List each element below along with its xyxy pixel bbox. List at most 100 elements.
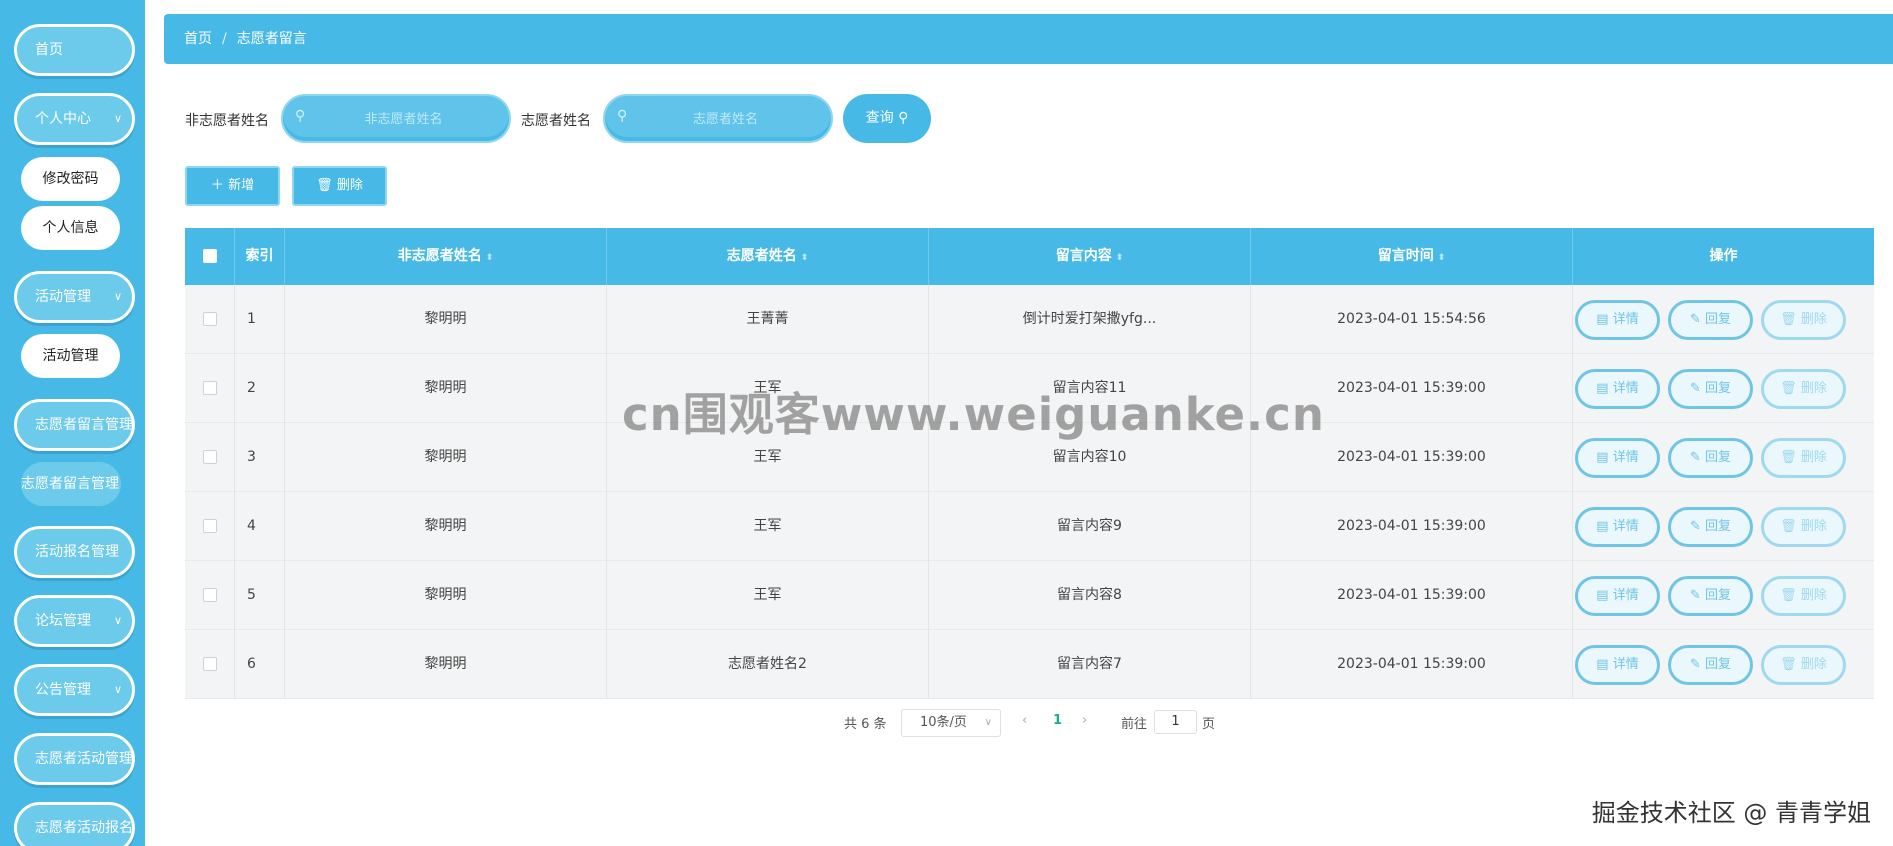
trash-icon: 🗑: [1780, 519, 1797, 534]
reply-label: 回复: [1705, 657, 1732, 672]
row-checkbox[interactable]: [202, 381, 217, 395]
menu-personal-center[interactable]: 个人中心 ∨: [14, 93, 135, 145]
row-delete-button[interactable]: 🗑 删除: [1761, 300, 1846, 340]
reply-button[interactable]: ✎ 回复: [1668, 507, 1753, 547]
header-index-label: 索引: [245, 248, 274, 264]
breadcrumb-separator: /: [222, 31, 227, 47]
row-delete-button[interactable]: 🗑 删除: [1761, 576, 1846, 616]
select-all-checkbox[interactable]: [202, 249, 217, 263]
row-checkbox[interactable]: [202, 312, 217, 326]
detail-button[interactable]: ▤ 详情: [1575, 438, 1660, 478]
menu-volunteer-message-mgmt[interactable]: 志愿者留言管理: [14, 399, 135, 451]
row-select[interactable]: [185, 423, 235, 492]
header-message-content[interactable]: 留言内容 ⬍: [929, 228, 1251, 285]
submenu-change-password[interactable]: 修改密码: [21, 157, 120, 201]
detail-button[interactable]: ▤ 详情: [1575, 576, 1660, 616]
detail-label: 详情: [1612, 450, 1639, 465]
volunteer-name-input[interactable]: [635, 104, 816, 134]
row-delete-label: 删除: [1800, 450, 1827, 465]
cell-volunteer-name: 王军: [607, 561, 929, 630]
reply-label: 回复: [1705, 588, 1732, 603]
submenu-volunteer-message-mgmt[interactable]: 志愿者留言管理: [21, 462, 121, 506]
cell-actions: ▤ 详情 ✎ 回复 🗑 删除: [1573, 423, 1874, 492]
row-checkbox[interactable]: [202, 588, 217, 602]
header-actions: 操作: [1573, 228, 1874, 285]
row-select[interactable]: [185, 354, 235, 423]
menu-label: 活动报名管理: [35, 544, 119, 560]
chevron-down-icon: ∨: [113, 112, 122, 125]
breadcrumb-home[interactable]: 首页: [184, 31, 212, 47]
app-root: 首页 个人中心 ∨ 修改密码 个人信息 活动管理 ∨ 活动管理 志愿者留言管理 …: [0, 0, 1893, 846]
detail-button[interactable]: ▤ 详情: [1575, 507, 1660, 547]
row-delete-button[interactable]: 🗑 删除: [1761, 645, 1846, 685]
non-volunteer-name-input[interactable]: [313, 104, 494, 134]
menu-label: 论坛管理: [35, 613, 91, 629]
header-message-time[interactable]: 留言时间 ⬍: [1251, 228, 1573, 285]
menu-forum-mgmt[interactable]: 论坛管理 ∨: [14, 595, 135, 647]
doc-icon: ▤: [1596, 588, 1609, 603]
row-select[interactable]: [185, 492, 235, 561]
goto-page-input[interactable]: 1: [1154, 710, 1197, 734]
detail-button[interactable]: ▤ 详情: [1575, 645, 1660, 685]
menu-home[interactable]: 首页: [14, 24, 135, 76]
header-select-all[interactable]: [185, 228, 235, 285]
chevron-down-icon: ∨: [984, 717, 992, 728]
submenu-activity-mgmt[interactable]: 活动管理: [21, 334, 120, 378]
cell-non-volunteer-name: 黎明明: [285, 354, 607, 423]
sort-icon[interactable]: ⬍: [801, 253, 809, 263]
submenu-personal-info[interactable]: 个人信息: [21, 206, 120, 250]
reply-button[interactable]: ✎ 回复: [1668, 645, 1753, 685]
menu-label: 公告管理: [35, 682, 91, 698]
header-label: 非志愿者姓名: [397, 248, 482, 264]
sort-icon[interactable]: ⬍: [1116, 253, 1124, 263]
reply-button[interactable]: ✎ 回复: [1668, 300, 1753, 340]
row-delete-button[interactable]: 🗑 删除: [1761, 507, 1846, 547]
page-size-select[interactable]: 10条/页 ∨: [901, 709, 1001, 737]
row-checkbox[interactable]: [202, 519, 217, 533]
menu-label: 志愿者留言管理: [35, 417, 133, 433]
row-select[interactable]: [185, 285, 235, 354]
chevron-right-icon[interactable]: ›: [1082, 713, 1087, 728]
detail-button[interactable]: ▤ 详情: [1575, 369, 1660, 409]
add-label: 新增: [228, 178, 255, 193]
detail-label: 详情: [1612, 519, 1639, 534]
chevron-left-icon[interactable]: ‹: [1022, 713, 1027, 728]
query-label: 查询: [865, 110, 894, 126]
reply-button[interactable]: ✎ 回复: [1668, 576, 1753, 616]
cell-volunteer-name: 志愿者姓名2: [607, 630, 929, 699]
batch-delete-button[interactable]: 🗑 删除: [292, 166, 387, 206]
row-checkbox[interactable]: [202, 657, 217, 671]
menu-label: 个人中心: [35, 111, 91, 127]
row-delete-button[interactable]: 🗑 删除: [1761, 369, 1846, 409]
menu-activity-signup-mgmt[interactable]: 活动报名管理: [14, 526, 135, 578]
menu-activity-mgmt[interactable]: 活动管理 ∨: [14, 271, 135, 323]
cell-message-time: 2023-04-01 15:39:00: [1251, 492, 1573, 561]
menu-volunteer-activity-mgmt[interactable]: 志愿者活动管理: [14, 733, 135, 785]
cell-non-volunteer-name: 黎明明: [285, 630, 607, 699]
query-button[interactable]: 查询 ⚲: [843, 94, 931, 143]
menu-label: 首页: [35, 42, 63, 58]
menu-volunteer-activity-signup[interactable]: 志愿者活动报名管: [14, 802, 135, 846]
row-select[interactable]: [185, 630, 235, 699]
add-button[interactable]: ＋ 新增: [185, 166, 280, 206]
menu-label: 志愿者活动管理: [35, 751, 133, 767]
row-delete-button[interactable]: 🗑 删除: [1761, 438, 1846, 478]
detail-button[interactable]: ▤ 详情: [1575, 300, 1660, 340]
header-non-volunteer-name[interactable]: 非志愿者姓名 ⬍: [285, 228, 607, 285]
trash-icon: 🗑: [1780, 312, 1797, 327]
trash-icon: 🗑: [1780, 450, 1797, 465]
table-row: 1 黎明明 王菁菁 倒计时爱打架撒yfg... 2023-04-01 15:54…: [185, 285, 1874, 354]
current-page[interactable]: 1: [1053, 713, 1062, 728]
row-checkbox[interactable]: [202, 450, 217, 464]
page-size-value: 10条/页: [920, 715, 967, 730]
row-select[interactable]: [185, 561, 235, 630]
reply-button[interactable]: ✎ 回复: [1668, 369, 1753, 409]
sort-icon[interactable]: ⬍: [486, 253, 494, 263]
cell-index: 6: [235, 630, 285, 699]
cell-non-volunteer-name: 黎明明: [285, 561, 607, 630]
menu-notice-mgmt[interactable]: 公告管理 ∨: [14, 664, 135, 716]
reply-button[interactable]: ✎ 回复: [1668, 438, 1753, 478]
header-volunteer-name[interactable]: 志愿者姓名 ⬍: [607, 228, 929, 285]
sort-icon[interactable]: ⬍: [1438, 253, 1446, 263]
header-label: 留言时间: [1377, 248, 1434, 264]
